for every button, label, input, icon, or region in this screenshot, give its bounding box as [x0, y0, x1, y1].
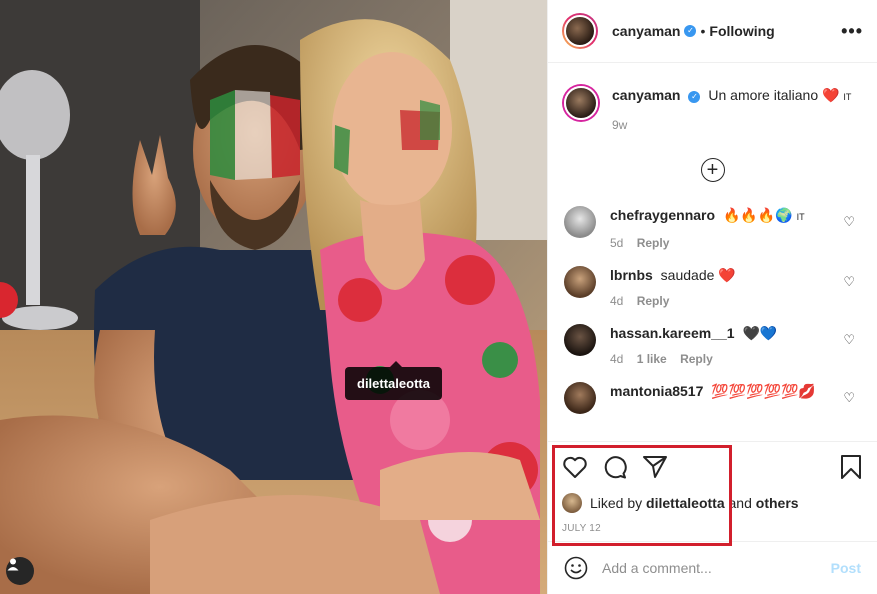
verified-icon: ✓ [684, 25, 697, 37]
photo-user-tag[interactable]: dilettaleotta [345, 361, 442, 400]
comment-age: 4d [610, 352, 624, 366]
post-button[interactable]: Post [831, 560, 861, 576]
comment-text: 🔥🔥🔥🌍 [722, 207, 793, 223]
following-button[interactable]: Following [709, 23, 774, 39]
comment-item: mantonia8517 💯💯💯💯💯💋 ♡ [564, 382, 861, 414]
heart-icon[interactable]: ♡ [843, 390, 855, 406]
comments-list[interactable]: canyaman ✓ Un amore italiano ❤️ IT 9w + c… [548, 64, 877, 441]
comment-avatar[interactable] [564, 266, 596, 298]
add-comment-bar: Post [548, 541, 877, 594]
reply-button[interactable]: Reply [680, 352, 713, 366]
comment-age: 4d [610, 294, 624, 308]
load-more-icon[interactable]: + [700, 158, 725, 182]
comment-text: 💯💯💯💯💯💋 [711, 383, 816, 399]
heart-icon[interactable]: ♡ [843, 332, 855, 348]
caption-flag: IT [843, 92, 852, 102]
reply-button[interactable]: Reply [637, 294, 670, 308]
author-username[interactable]: canyaman [612, 23, 680, 39]
reply-button[interactable]: Reply [637, 236, 670, 250]
comment-flag: IT [796, 212, 805, 222]
comment-item: hassan.kareem__1 🖤💙 4d 1 like Reply ♡ [564, 324, 861, 366]
user-tag-icon [7, 558, 19, 571]
comment-username[interactable]: mantonia8517 [610, 383, 703, 399]
caption-age: 9w [612, 118, 628, 132]
heart-icon[interactable]: ♡ [843, 274, 855, 290]
liked-by-connector: and [728, 495, 752, 511]
comment-username[interactable]: chefraygennaro [610, 207, 715, 223]
caption: canyaman ✓ Un amore italiano ❤️ IT 9w [564, 86, 861, 132]
heart-icon[interactable]: ♡ [843, 214, 855, 230]
post-header: canyaman ✓ • Following ••• [548, 0, 877, 63]
post-photo[interactable]: dilettaleotta [0, 0, 547, 594]
comment-avatar[interactable] [564, 206, 596, 238]
comment-text: 🖤💙 [742, 325, 778, 341]
more-icon[interactable]: ••• [841, 21, 863, 42]
comment-text: saudade ❤️ [660, 267, 736, 283]
caption-text: Un amore italiano ❤️ [708, 87, 840, 103]
comment-age: 5d [610, 236, 624, 250]
comment-avatar[interactable] [564, 324, 596, 356]
comment-input[interactable] [602, 560, 831, 576]
photo-illustration [0, 0, 547, 594]
emoji-icon[interactable] [564, 556, 588, 580]
caption-avatar[interactable] [564, 86, 598, 120]
highlight-box [552, 445, 732, 546]
save-icon[interactable] [839, 454, 863, 480]
author-avatar[interactable] [562, 13, 598, 49]
comment-username[interactable]: hassan.kareem__1 [610, 325, 735, 341]
photo-user-tag-label: dilettaleotta [357, 376, 430, 391]
caption-username[interactable]: canyaman [612, 87, 680, 103]
user-tags-button[interactable] [6, 557, 34, 585]
comment-likes[interactable]: 1 like [637, 352, 667, 366]
liked-by-others[interactable]: others [756, 495, 799, 511]
verified-icon: ✓ [688, 91, 701, 103]
comment-avatar[interactable] [564, 382, 596, 414]
comment-item: chefraygennaro 🔥🔥🔥🌍 IT 5d Reply ♡ [564, 206, 861, 250]
comment-item: lbrnbs saudade ❤️ 4d Reply ♡ [564, 266, 861, 308]
separator-dot: • [700, 23, 706, 39]
comment-username[interactable]: lbrnbs [610, 267, 653, 283]
